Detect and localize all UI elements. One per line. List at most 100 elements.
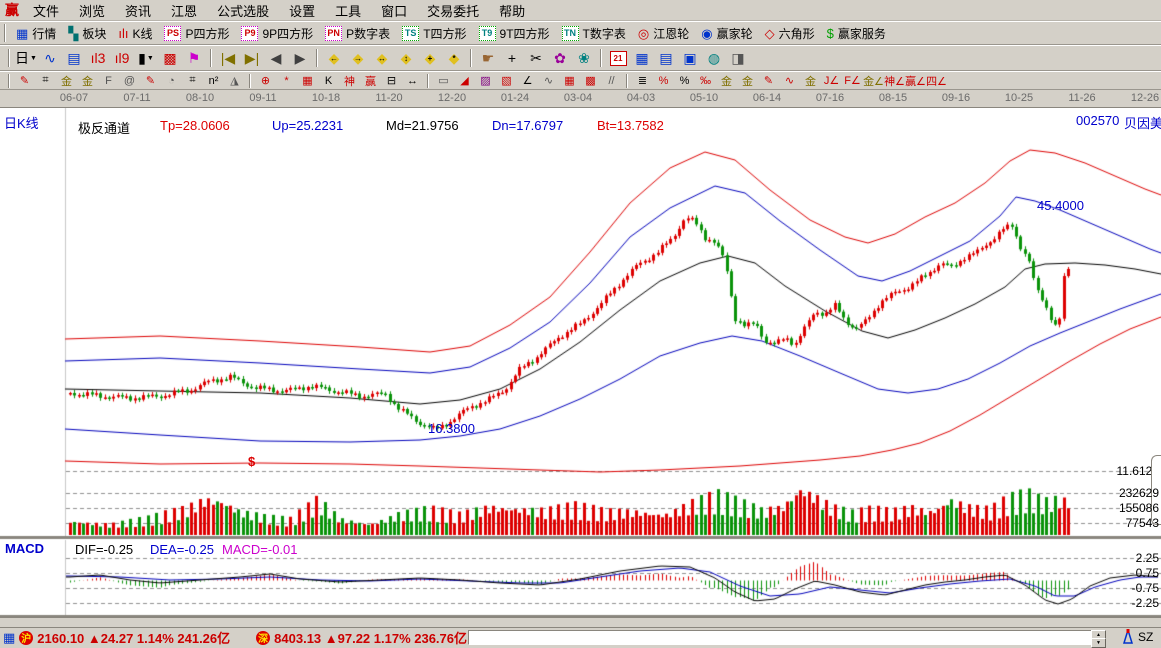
tool-diamond-move-button[interactable]: ◆* [442,47,466,69]
tool-tool-brain-button[interactable]: ❀ [572,47,596,69]
tool-calendar-21-button[interactable]: 21 [606,47,630,69]
tool-go-first-button[interactable]: |◀ [216,47,240,69]
horizontal-scrollbar[interactable] [0,617,1161,628]
draw-tool-gold-circle-button[interactable]: 金 [716,72,737,89]
draw-tool-brush-button[interactable]: ✎ [14,72,35,89]
menu-item-formula-stock-pick[interactable]: 公式选股 [207,1,279,20]
toolbar-button-p-number-table[interactable]: PNP数字表 [319,22,396,44]
market-grid-icon[interactable]: ▦ [3,630,15,646]
menu-item-news[interactable]: 资讯 [115,1,161,20]
tool-pan-hand-button[interactable]: ☛ [476,47,500,69]
tool-diamond-vertical-button[interactable]: ◆↕ [394,47,418,69]
toolbar-button-hexagon[interactable]: ◇六角形 [759,22,821,44]
toolbar-button-winner-service[interactable]: $赢家服务 [821,22,892,44]
draw-tool-brush-2-button[interactable]: ✎ [140,72,161,89]
draw-tool-gann-box-button[interactable]: ▨ [475,72,496,89]
tool-erase-drawing-button[interactable]: ✂ [524,47,548,69]
tool-chart-window-button[interactable]: ∿ [38,47,62,69]
command-input[interactable] [468,630,1104,645]
tool-diamond-right-button[interactable]: ◆→ [346,47,370,69]
toolbar-button-quotes[interactable]: ▦行情 [10,22,62,44]
draw-tool-win-angle-button[interactable]: 赢∠ [905,72,926,89]
menu-item-settings[interactable]: 设置 [279,1,325,20]
menu-item-browse[interactable]: 浏览 [69,1,115,20]
tool-notes-button[interactable]: ▤ [654,47,678,69]
toolbar-button-p-square[interactable]: PSP四方形 [158,22,235,44]
menu-item-window[interactable]: 窗口 [371,1,417,20]
draw-tool-gold-section-button[interactable]: 金 [800,72,821,89]
draw-tool-winner-mark-button[interactable]: 赢 [360,72,381,89]
draw-tool-percent-resist-button[interactable]: % [653,72,674,89]
draw-tool-ink-bars-button[interactable]: ✎ [758,72,779,89]
tool-period-day-button[interactable]: 日▼ [14,47,38,69]
draw-tool-radiating-lines-button[interactable]: ◢ [454,72,475,89]
draw-tool-time-ruler-button[interactable]: ⌗ [182,72,203,89]
tool-diamond-left-button[interactable]: ◆← [322,47,346,69]
tool-matrix-calc-button[interactable]: ▦ [630,47,654,69]
draw-tool-gold-time-grid-button[interactable]: 金 [77,72,98,89]
draw-tool-time-circle-button[interactable]: ◔ [161,72,182,89]
draw-tool-trend-angle-button[interactable]: ∠ [517,72,538,89]
draw-tool-gann-grid-button[interactable]: ⌗ [35,72,56,89]
toolbar-button-winner-wheel[interactable]: ◉赢家轮 [695,22,758,44]
draw-tool-width-arrows-button[interactable]: ↔ [402,72,423,89]
menu-item-help[interactable]: 帮助 [489,1,535,20]
toolbar-button-sectors[interactable]: ▚板块 [62,22,112,44]
draw-tool-percent-button[interactable]: % [674,72,695,89]
tool-tool-flower-button[interactable]: ✿ [548,47,572,69]
draw-tool-speed-lines-button[interactable]: ▧ [496,72,517,89]
menu-item-tools[interactable]: 工具 [325,1,371,20]
tool-net-globe-button[interactable]: ◍ [702,47,726,69]
menu-item-gann[interactable]: 江恩 [161,1,207,20]
draw-tool-ruler-123-button[interactable]: ⊟ [381,72,402,89]
draw-tool-grid-a-button[interactable]: ▦ [559,72,580,89]
tool-save-screen-button[interactable]: ▣ [678,47,702,69]
tool-flag-mark-button[interactable]: ⚑ [182,47,206,69]
tool-crosshair-button[interactable]: + [500,47,524,69]
kline-chart-canvas[interactable] [0,108,1161,617]
draw-tool-circle-cross-button[interactable]: ⊕ [255,72,276,89]
indicator-param-3: Dn=17.6797 [492,118,563,133]
draw-tool-fibonacci-grid-button[interactable]: F [98,72,119,89]
draw-tool-shen-angle-button[interactable]: 神∠ [884,72,905,89]
tool-mini-chart-9-button[interactable]: ıl9 [110,47,134,69]
toolbar-button-t-square[interactable]: TST四方形 [396,22,472,44]
draw-tool-parallel-lines-button[interactable]: // [601,72,622,89]
draw-tool-j-angle-button[interactable]: J∠ [821,72,842,89]
toolbar-button-9p-square[interactable]: P99P四方形 [235,22,319,44]
toolbar-button-9t-square[interactable]: T99T四方形 [473,22,556,44]
toolbar-button-gann-wheel[interactable]: ◎江恩轮 [632,22,695,44]
draw-tool-gold-line-button[interactable]: 金 [737,72,758,89]
menu-item-file[interactable]: 文件 [23,1,69,20]
draw-tool-spiral-button[interactable]: @ [119,72,140,89]
menu-item-trade-order[interactable]: 交易委托 [417,1,489,20]
tool-red-frame-button[interactable]: ▩ [158,47,182,69]
draw-tool-magic-number-button[interactable]: 神 [339,72,360,89]
tool-page-prev-button[interactable]: ◀ [264,47,288,69]
draw-tool-protractor-button[interactable]: ◮ [224,72,245,89]
draw-tool-star-tool-button[interactable]: * [276,72,297,89]
tool-candle-style-button[interactable]: ▮▼ [134,47,158,69]
draw-tool-volatility-button[interactable]: ∿ [779,72,800,89]
tool-remote-pc-button[interactable]: ◨ [726,47,750,69]
draw-tool-gold-price-grid-button[interactable]: 金 [56,72,77,89]
draw-tool-k-mark-button[interactable]: K [318,72,339,89]
draw-tool-square-of-nine-button[interactable]: n² [203,72,224,89]
tool-diamond-cross-button[interactable]: ◆+ [418,47,442,69]
toolbar-button-t-number-table[interactable]: TNT数字表 [556,22,632,44]
draw-tool-gold-angle-button[interactable]: 金∠ [863,72,884,89]
tool-diamond-horizontal-button[interactable]: ◆↔ [370,47,394,69]
draw-tool-rect-tool-button[interactable]: ▭ [433,72,454,89]
draw-tool-wave-tool-button[interactable]: ∿ [538,72,559,89]
draw-tool-permille-line-button[interactable]: ‰ [695,72,716,89]
tool-f10-info-button[interactable]: ▤ [62,47,86,69]
toolbar-button-kline[interactable]: ılıK线 [112,22,158,44]
draw-tool-grid-star-button[interactable]: ▦ [297,72,318,89]
draw-tool-grid-b-button[interactable]: ▩ [580,72,601,89]
draw-tool-four-angle-button[interactable]: 四∠ [926,72,947,89]
tool-mini-chart-3-button[interactable]: ıl3 [86,47,110,69]
draw-tool-measure-button[interactable]: ≣ [632,72,653,89]
tool-page-next-button[interactable]: ▶ [288,47,312,69]
tool-go-last-button[interactable]: ▶| [240,47,264,69]
draw-tool-f-angle-button[interactable]: F∠ [842,72,863,89]
